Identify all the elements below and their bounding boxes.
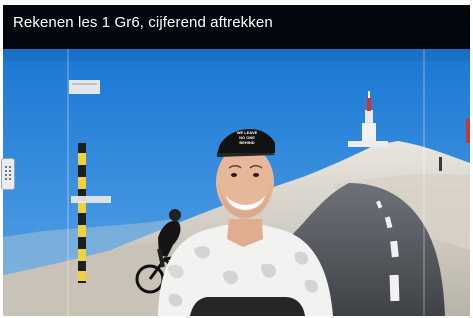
cap-text: WE LEAVE NO ONE BEHIND [231, 130, 263, 145]
cap-text-line2: NO ONE BEHIND [239, 135, 255, 145]
video-player[interactable]: WE LEAVE NO ONE BEHIND Rekenen les 1 Gr6… [3, 5, 470, 316]
video-vignette [3, 49, 470, 61]
tiny-sign-right [439, 157, 442, 171]
floating-sign-left [69, 80, 100, 94]
video-title: Rekenen les 1 Gr6, cijferend aftrekken [13, 14, 273, 31]
right-edge-post [466, 119, 470, 143]
video-frame [3, 5, 470, 316]
grip-icon [5, 166, 11, 180]
screenshot-frame: WE LEAVE NO ONE BEHIND Rekenen les 1 Gr6… [0, 0, 473, 318]
video-title-bar: Rekenen les 1 Gr6, cijferend aftrekken [3, 5, 470, 49]
side-panel-handle[interactable] [1, 158, 15, 190]
